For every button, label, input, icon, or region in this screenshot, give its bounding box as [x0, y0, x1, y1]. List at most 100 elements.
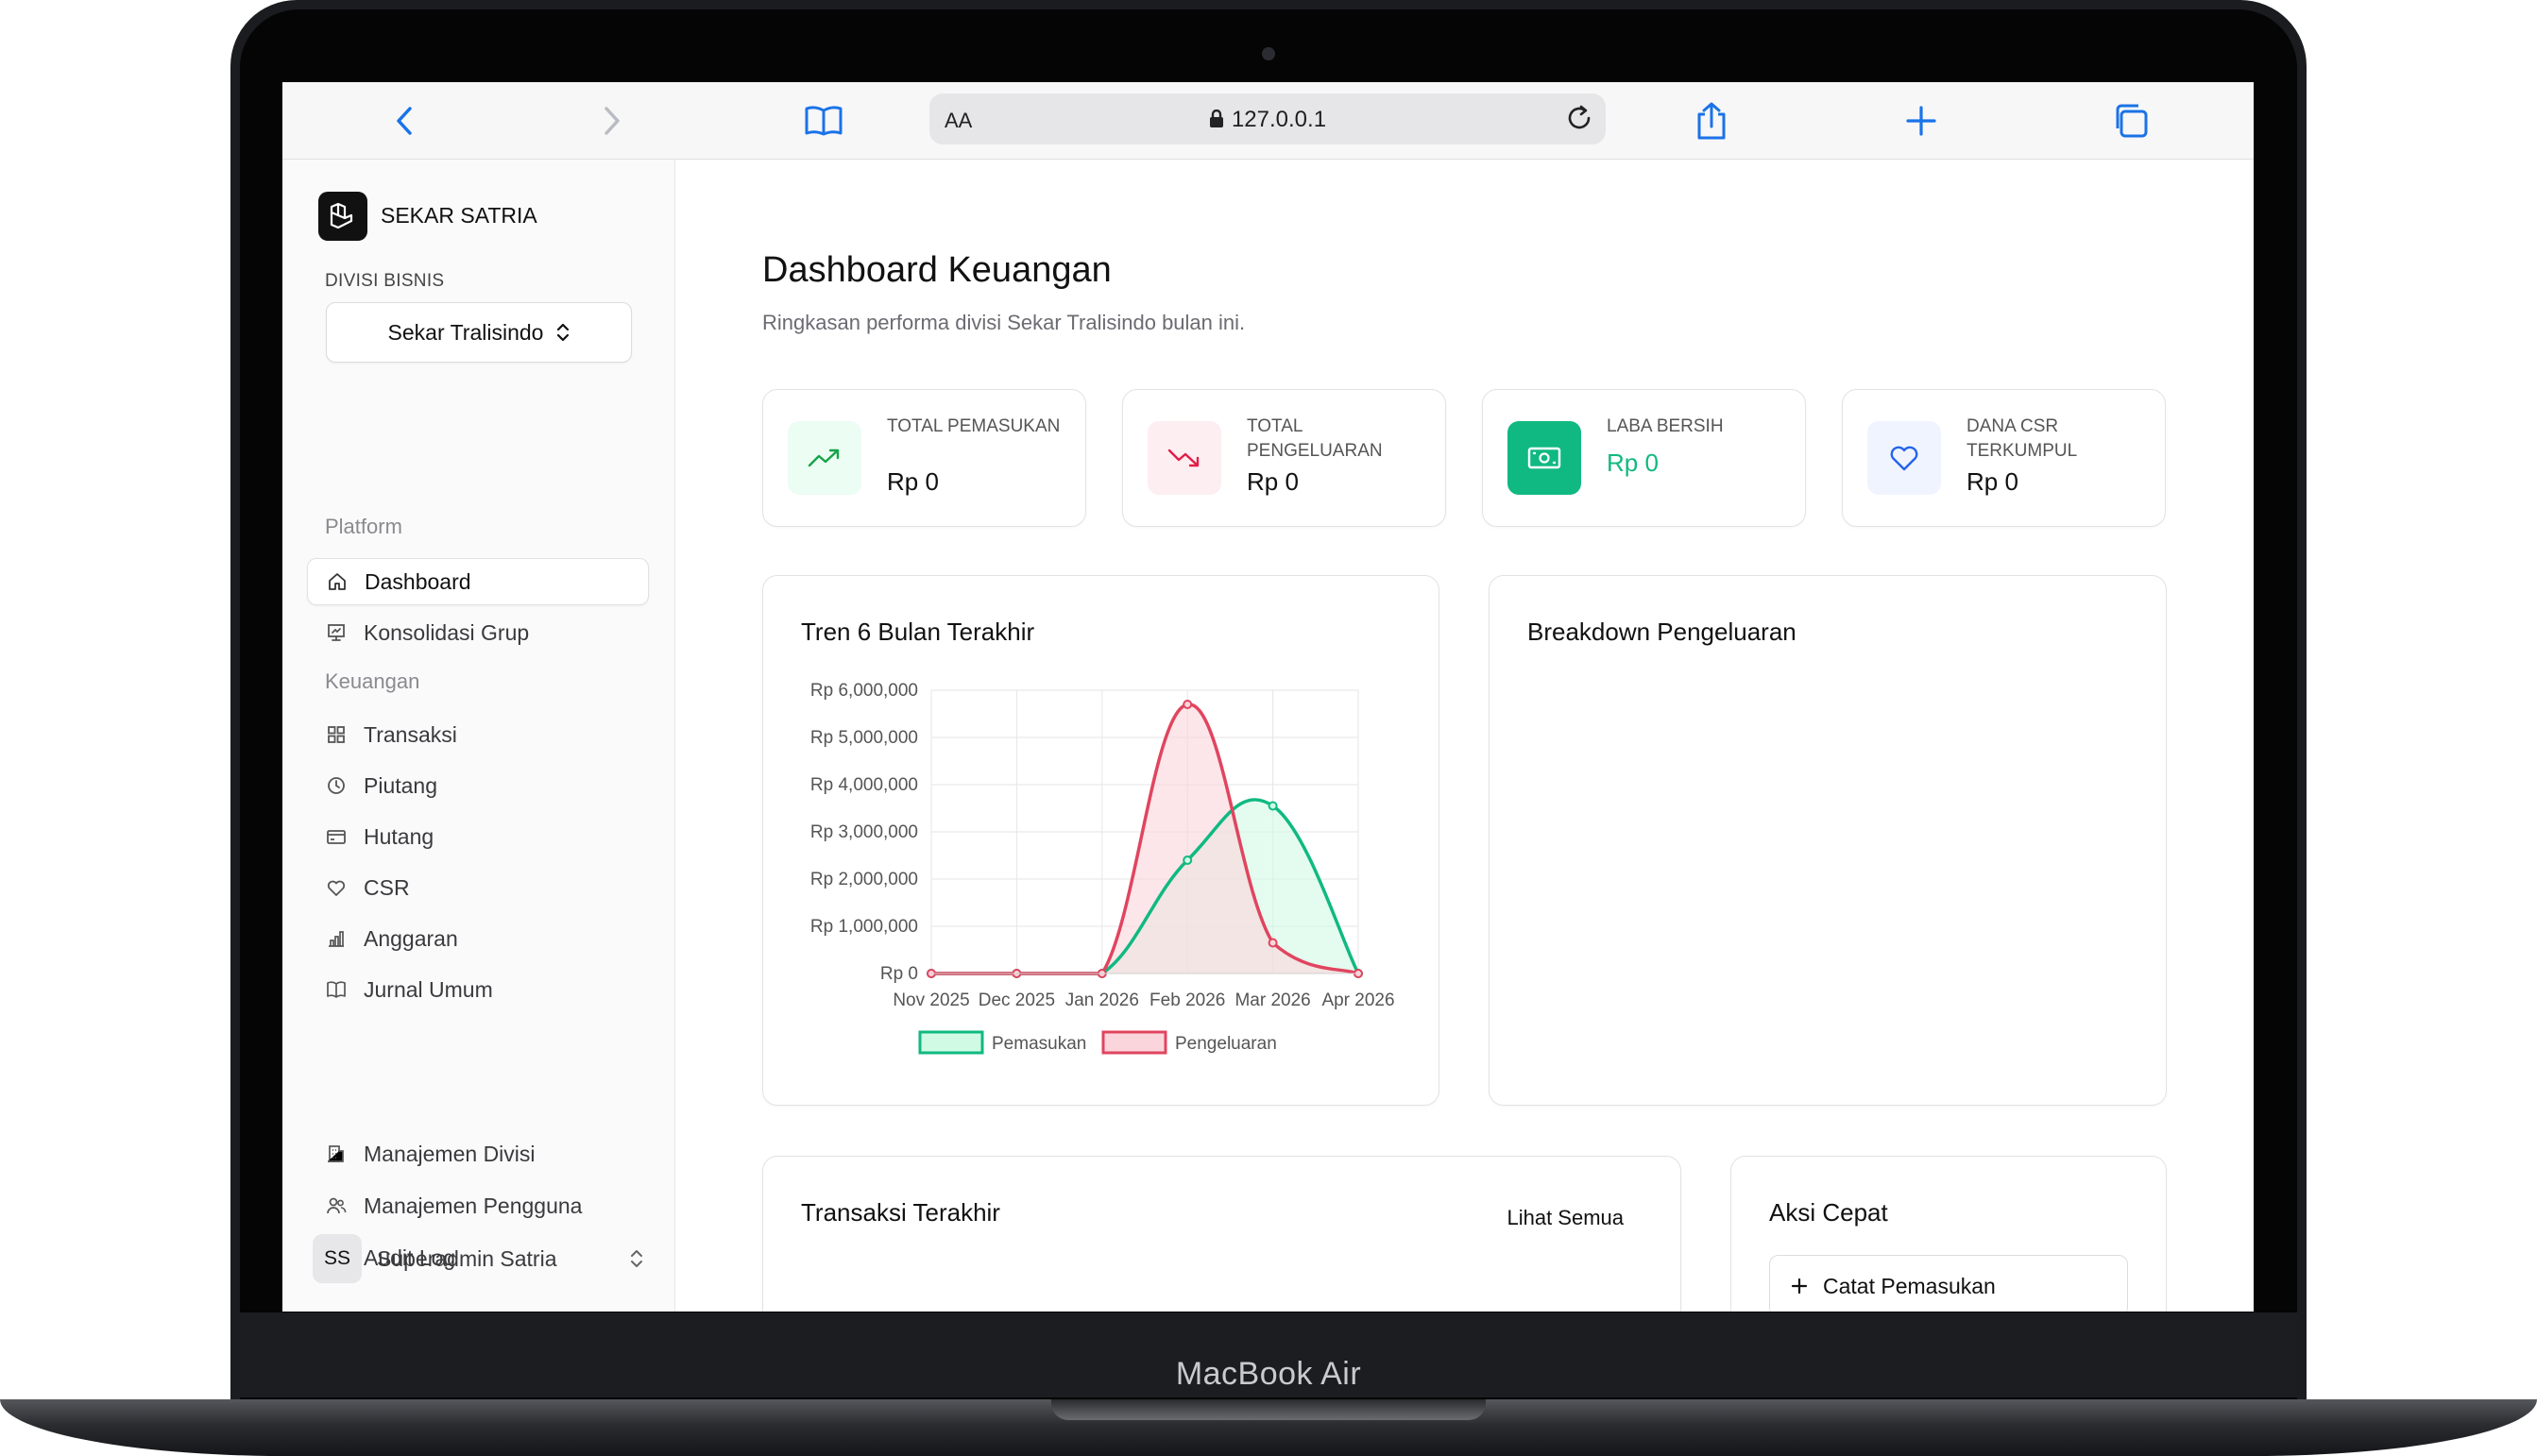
- tabs-button[interactable]: [2109, 99, 2153, 143]
- y-tick-label: Rp 3,000,000: [810, 822, 918, 842]
- app-logo[interactable]: [318, 192, 367, 241]
- device-label: MacBook Air: [1175, 1356, 1362, 1392]
- chevron-up-down-icon: [557, 323, 570, 342]
- screen: AA 127.0.0.1 SEKAR SATRIA DIVISI BISNIS …: [282, 82, 2254, 1312]
- stat-value: Rp 0: [887, 467, 939, 496]
- tabs-icon: [2116, 104, 2148, 138]
- stat-card-laba-bersih: LABA BERSIH Rp 0: [1482, 389, 1806, 527]
- y-tick-label: Rp 0: [880, 964, 918, 984]
- bookmarks-button[interactable]: [802, 99, 845, 143]
- sidebar-item-manajemen-pengguna[interactable]: Manajemen Pengguna: [307, 1182, 649, 1229]
- y-tick-label: Rp 5,000,000: [810, 728, 918, 748]
- sidebar-item-label: Manajemen Pengguna: [364, 1193, 583, 1218]
- x-tick-label: Mar 2026: [1234, 990, 1310, 1010]
- x-tick-label: Nov 2025: [893, 990, 969, 1010]
- recent-transactions-card: Transaksi Terakhir Lihat Semua: [762, 1156, 1681, 1312]
- page-subtitle: Ringkasan performa divisi Sekar Tralisin…: [762, 311, 1246, 334]
- sidebar-item-dashboard[interactable]: Dashboard: [307, 558, 649, 605]
- chevron-right-icon: [604, 107, 620, 135]
- stat-label: LABA BERSIH: [1607, 416, 1724, 436]
- sidebar-item-label: Anggaran: [364, 925, 458, 951]
- new-tab-button[interactable]: [1899, 99, 1943, 143]
- stat-card-total-pengeluaran: TOTAL PENGELUARAN Rp 0: [1122, 389, 1446, 527]
- x-tick-label: Feb 2026: [1149, 990, 1225, 1010]
- sidebar-item-label: Piutang: [364, 772, 438, 798]
- lock-icon: [1209, 110, 1223, 127]
- stat-value: Rp 0: [1967, 467, 2018, 496]
- plus-icon: [1906, 106, 1936, 136]
- legend-label: Pemasukan: [992, 1034, 1086, 1054]
- clock-icon: [326, 775, 347, 796]
- presentation-icon: [326, 622, 347, 643]
- share-button[interactable]: [1690, 99, 1733, 143]
- sidebar-item-label: Hutang: [364, 823, 434, 849]
- data-point: [1268, 801, 1278, 811]
- sidebar-item-label: Dashboard: [365, 568, 471, 594]
- address-bar[interactable]: AA 127.0.0.1: [929, 93, 1606, 144]
- home-icon: [327, 571, 348, 592]
- sidebar-item-jurnal-umum[interactable]: Jurnal Umum: [307, 966, 649, 1013]
- avatar: SS: [313, 1234, 362, 1283]
- record-income-button[interactable]: Catat Pemasukan: [1769, 1255, 2128, 1312]
- sidebar: SEKAR SATRIA DIVISI BISNIS Sekar Tralisi…: [282, 160, 675, 1312]
- laptop-notch: [1051, 1399, 1486, 1420]
- division-label: DIVISI BISNIS: [325, 271, 445, 291]
- sidebar-item-konsolidasi-grup[interactable]: Konsolidasi Grup: [307, 609, 649, 656]
- user-menu[interactable]: SS Superadmin Satria: [313, 1232, 643, 1285]
- y-tick-label: Rp 1,000,000: [810, 917, 918, 937]
- trend-chart-card: Tren 6 Bulan Terakhir Rp 0 Rp 1,000,000 Rp…: [762, 575, 1439, 1106]
- division-value: Sekar Tralisindo: [387, 319, 544, 345]
- card-title: Aksi Cepat: [1769, 1198, 1888, 1227]
- forward-button[interactable]: [590, 99, 634, 143]
- quick-action-label: Catat Pemasukan: [1823, 1273, 1996, 1298]
- building-icon: [326, 1143, 347, 1164]
- card-icon: [326, 826, 347, 847]
- book-icon: [326, 979, 347, 1000]
- stat-value: Rp 0: [1607, 449, 1659, 477]
- stat-label: DANA CSR TERKUMPUL: [1967, 416, 2078, 461]
- sidebar-item-label: Manajemen Divisi: [364, 1141, 536, 1166]
- sidebar-item-manajemen-divisi[interactable]: Manajemen Divisi: [307, 1130, 649, 1177]
- section-keuangan: Keuangan: [325, 669, 420, 693]
- book-icon: [805, 106, 843, 136]
- user-name: Superadmin Satria: [377, 1245, 557, 1271]
- quick-actions-card: Aksi Cepat Catat Pemasukan: [1730, 1156, 2167, 1312]
- x-tick-label: Dec 2025: [979, 990, 1055, 1010]
- share-icon: [1697, 102, 1726, 140]
- chevron-left-icon: [397, 107, 412, 135]
- bar-chart-icon: [326, 928, 347, 949]
- stat-card-total-pemasukan: TOTAL PEMASUKAN Rp 0: [762, 389, 1086, 527]
- data-point: [1268, 938, 1278, 948]
- reload-icon[interactable]: [1564, 103, 1594, 133]
- view-all-link[interactable]: Lihat Semua: [1507, 1206, 1624, 1230]
- grid-icon: [326, 724, 347, 745]
- division-select[interactable]: Sekar Tralisindo: [326, 302, 632, 363]
- sidebar-item-anggaran[interactable]: Anggaran: [307, 915, 649, 962]
- main-content: Dashboard Keuangan Ringkasan performa di…: [676, 160, 2254, 1312]
- back-button[interactable]: [383, 99, 426, 143]
- card-title: Transaksi Terakhir: [801, 1198, 1000, 1227]
- stat-value: Rp 0: [1247, 467, 1299, 496]
- sidebar-item-label: Konsolidasi Grup: [364, 619, 530, 645]
- sidebar-item-label: Jurnal Umum: [364, 976, 493, 1002]
- y-tick-label: Rp 6,000,000: [810, 681, 918, 701]
- card-title: Breakdown Pengeluaran: [1527, 618, 1796, 646]
- heart-icon: [326, 877, 347, 898]
- sidebar-item-transaksi[interactable]: Transaksi: [307, 711, 649, 758]
- app-name: SEKAR SATRIA: [381, 203, 537, 228]
- legend-swatch: [918, 1030, 984, 1055]
- sidebar-item-piutang[interactable]: Piutang: [307, 762, 649, 809]
- x-tick-label: Apr 2026: [1321, 990, 1394, 1010]
- laptop-mockup: MacBook Air AA 127.0.0.1 SEKAR SATRIA DI…: [0, 0, 2537, 1456]
- y-tick-label: Rp 2,000,000: [810, 870, 918, 889]
- stat-label: TOTAL PEMASUKAN: [887, 416, 1061, 436]
- sidebar-item-hutang[interactable]: Hutang: [307, 813, 649, 860]
- trending-up-icon: [788, 421, 861, 495]
- heart-icon: [1867, 421, 1941, 495]
- banknote-icon: [1507, 421, 1581, 495]
- users-icon: [326, 1195, 347, 1216]
- sidebar-item-csr[interactable]: CSR: [307, 864, 649, 911]
- section-platform: Platform: [325, 515, 402, 538]
- trending-down-icon: [1148, 421, 1221, 495]
- breakdown-card: Breakdown Pengeluaran: [1489, 575, 2167, 1106]
